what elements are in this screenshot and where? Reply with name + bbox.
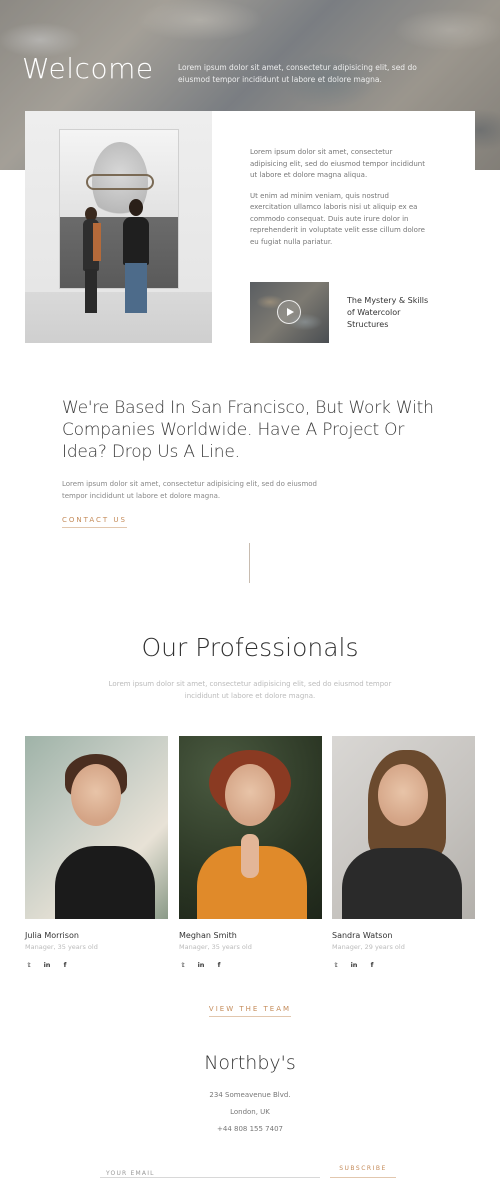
view-team-row: VIEW THE TEAM: [0, 996, 500, 1017]
video-title[interactable]: The Mystery & Skills of Watercolor Struc…: [347, 295, 437, 331]
social-links: 𝕥 in f: [179, 961, 223, 969]
gallery-photo: [25, 111, 212, 343]
view-team-link[interactable]: VIEW THE TEAM: [208, 1005, 292, 1017]
intro-heading: We're Based In San Francisco, But Work W…: [62, 398, 434, 462]
address-line-2: London, UK: [230, 1108, 270, 1116]
vertical-divider: [249, 543, 250, 583]
phone-number[interactable]: +44 808 155 7407: [0, 1125, 500, 1133]
play-icon[interactable]: [277, 300, 301, 324]
hero-title: Welcome: [22, 52, 154, 85]
linkedin-icon[interactable]: in: [350, 961, 358, 969]
section-title: Our Professionals: [141, 633, 359, 662]
social-links: 𝕥 in f: [332, 961, 376, 969]
brand-name: Northby's: [204, 1052, 296, 1074]
address-line-1: 234 Someavenue Blvd.: [209, 1091, 291, 1099]
linkedin-icon[interactable]: in: [197, 961, 205, 969]
linkedin-icon[interactable]: in: [43, 961, 51, 969]
subscribe-button[interactable]: SUBSCRIBE: [330, 1160, 396, 1178]
facebook-icon[interactable]: f: [215, 961, 223, 969]
feature-text: Lorem ipsum dolor sit amet, consectetur …: [250, 147, 430, 248]
team-member-name: Julia Morrison: [25, 931, 79, 940]
team-photo: [179, 736, 322, 919]
feature-card: Lorem ipsum dolor sit amet, consectetur …: [25, 111, 475, 343]
facebook-icon[interactable]: f: [368, 961, 376, 969]
team-member-name: Sandra Watson: [332, 931, 393, 940]
video-thumbnail[interactable]: [250, 282, 329, 343]
twitter-icon[interactable]: 𝕥: [332, 961, 340, 969]
team-photo: [25, 736, 168, 919]
twitter-icon[interactable]: 𝕥: [25, 961, 33, 969]
feature-paragraph-2: Ut enim ad minim veniam, quis nostrud ex…: [250, 191, 425, 246]
team-photo: [332, 736, 475, 919]
team-member-role: Manager, 35 years old: [25, 943, 98, 951]
team-member-role: Manager, 35 years old: [179, 943, 252, 951]
twitter-icon[interactable]: 𝕥: [179, 961, 187, 969]
feature-paragraph-1: Lorem ipsum dolor sit amet, consectetur …: [250, 148, 425, 179]
contact-us-link[interactable]: CONTACT US: [62, 516, 127, 528]
intro-text: Lorem ipsum dolor sit amet, consectetur …: [62, 480, 317, 500]
team-member-name: Meghan Smith: [179, 931, 237, 940]
email-input[interactable]: [100, 1166, 320, 1181]
email-field-wrap: [100, 1160, 320, 1181]
team-member-role: Manager, 29 years old: [332, 943, 405, 951]
social-links: 𝕥 in f: [25, 961, 69, 969]
section-subtitle: Lorem ipsum dolor sit amet, consectetur …: [108, 680, 392, 700]
artwork-frame: [59, 129, 179, 289]
facebook-icon[interactable]: f: [61, 961, 69, 969]
hero-text: Lorem ipsum dolor sit amet, consectetur …: [178, 63, 417, 84]
